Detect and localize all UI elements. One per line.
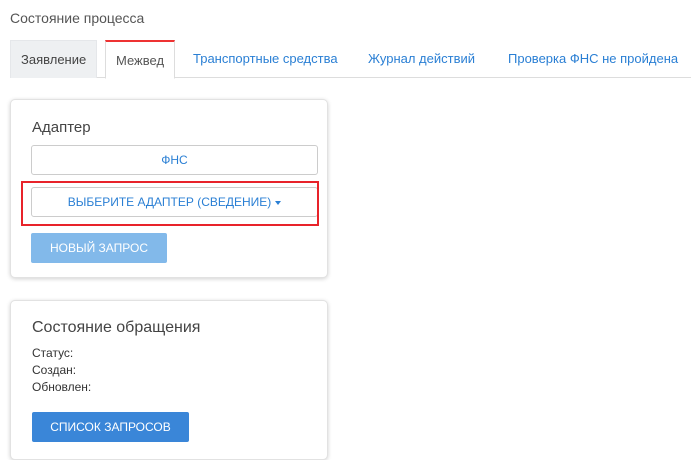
fns-button[interactable]: ФНС (31, 145, 318, 175)
status-label: Статус: (32, 346, 74, 360)
tab-interdepartmental[interactable]: Межвед (105, 40, 176, 79)
caret-down-icon (275, 200, 282, 205)
request-status-title: Состояние обращения (32, 319, 201, 336)
tab-bar: Заявление Межвед Транспортные средства Ж… (10, 40, 691, 79)
adapter-panel: Адаптер ФНС ВЫБЕРИТЕ АДАПТЕР (СВЕДЕНИЕ) … (10, 99, 328, 278)
adapter-panel-title: Адаптер (32, 119, 91, 136)
requests-list-button[interactable]: СПИСОК ЗАПРОСОВ (32, 412, 189, 442)
select-adapter-label: ВЫБЕРИТЕ АДАПТЕР (СВЕДЕНИЕ) (67, 195, 272, 209)
created-label: Создан: (32, 363, 77, 377)
page-title: Состояние процесса (10, 10, 145, 26)
tab-fns-check-failed[interactable]: Проверка ФНС не пройдена (498, 40, 688, 78)
tab-vehicles[interactable]: Транспортные средства (183, 40, 348, 78)
tab-action-log[interactable]: Журнал действий (358, 40, 485, 78)
tab-application[interactable]: Заявление (10, 40, 98, 78)
new-request-button[interactable]: НОВЫЙ ЗАПРОС (31, 233, 167, 263)
select-adapter-dropdown[interactable]: ВЫБЕРИТЕ АДАПТЕР (СВЕДЕНИЕ) (31, 187, 318, 217)
request-status-panel: Состояние обращения Статус: Создан: Обно… (10, 300, 328, 460)
updated-label: Обновлен: (32, 380, 92, 394)
